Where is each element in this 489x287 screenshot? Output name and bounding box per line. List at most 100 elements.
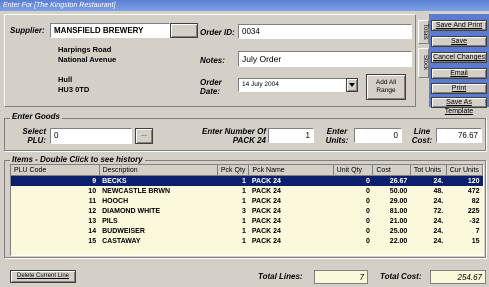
cancel-changes-button[interactable]: Cancel Changes xyxy=(431,52,487,63)
cell: 472 xyxy=(467,187,480,195)
order-id-label: Order ID: xyxy=(200,28,235,37)
cell: 13 xyxy=(88,217,97,225)
cell: 82 xyxy=(471,197,480,205)
window-title: Enter For [The Kingston Restaurant] xyxy=(0,0,489,11)
cell: HOOCH xyxy=(102,197,129,205)
cell: 120 xyxy=(467,177,480,185)
save-and-print-button[interactable]: Save And Print xyxy=(431,20,487,31)
cell: 48. xyxy=(433,187,444,195)
enter-units-field[interactable]: 0 xyxy=(354,128,402,143)
column-header[interactable]: PLU Code xyxy=(11,165,100,176)
print-button[interactable]: Print xyxy=(431,83,487,94)
add-all-range-button[interactable]: Add All Range xyxy=(366,74,406,100)
table-row[interactable]: 10 NEWCASTLE BRWN 1 PACK 24 0 50.00 48. … xyxy=(11,186,483,196)
supplier-field[interactable]: MANSFIELD BREWERY xyxy=(50,23,170,38)
column-header[interactable]: Pck Name xyxy=(248,165,334,176)
supplier-dropdown-button[interactable] xyxy=(170,23,198,38)
cell: 15 xyxy=(88,237,97,245)
address-line xyxy=(58,65,116,75)
cell: PACK 24 xyxy=(251,177,281,185)
cell: PACK 24 xyxy=(251,237,281,245)
table-row[interactable]: 13 PILS 1 PACK 24 0 21.00 24. -32 xyxy=(11,216,483,226)
cell: BUDWEISER xyxy=(102,227,145,235)
column-header[interactable]: Cur Units xyxy=(446,165,483,176)
enter-units-label: Enter Units: xyxy=(325,127,349,145)
address-line: Hull xyxy=(58,75,73,84)
supplier-label: Supplier: xyxy=(10,26,45,35)
cell: 24. xyxy=(433,237,444,245)
enter-goods-label: Enter Goods xyxy=(10,112,63,121)
total-cost-value: 254.67 xyxy=(430,270,486,284)
column-header[interactable]: Unit Qty xyxy=(333,165,374,176)
tab-totals[interactable]: Totals xyxy=(418,20,429,44)
table-row[interactable]: 12 DIAMOND WHITE 3 PACK 24 0 81.00 72. 2… xyxy=(11,206,483,216)
address-line: National Avenue xyxy=(58,55,117,64)
table-row[interactable]: 9 BECKS 1 PACK 24 0 26.67 24. 120 xyxy=(11,175,483,186)
select-plu-field[interactable]: 0 xyxy=(50,128,132,144)
cell: 26.67 xyxy=(389,177,408,185)
column-header[interactable]: Cost xyxy=(372,165,411,176)
cell: CASTAWAY xyxy=(102,237,141,245)
cell: 50.00 xyxy=(389,187,408,195)
cell: 7 xyxy=(475,227,480,235)
cell: 3 xyxy=(242,207,246,215)
cell: PACK 24 xyxy=(251,227,281,235)
column-header[interactable]: Tot Units xyxy=(410,165,447,176)
column-header[interactable]: Pck Qty xyxy=(217,165,250,176)
cell: 24. xyxy=(433,177,444,185)
cell: 1 xyxy=(242,217,246,225)
cell: 1 xyxy=(242,187,246,195)
cell: 72. xyxy=(433,207,444,215)
order-id-field[interactable]: 0034 xyxy=(238,24,412,39)
cell: 24. xyxy=(433,227,444,235)
notes-label: Notes: xyxy=(200,56,225,65)
column-header[interactable]: Description xyxy=(99,165,218,176)
cell: DIAMOND WHITE xyxy=(102,207,161,215)
cell: 12 xyxy=(88,207,97,215)
enter-number-label: Enter Number Of PACK 24 xyxy=(201,127,266,145)
cell: PILS xyxy=(102,217,118,225)
cell: 11 xyxy=(88,197,97,205)
items-group-label: Items - Double Click to see history xyxy=(10,155,145,164)
cell: 0 xyxy=(365,187,370,195)
cell: 9 xyxy=(92,177,97,185)
enter-number-field[interactable]: 1 xyxy=(268,128,314,143)
browse-plu-button[interactable]: ... xyxy=(135,128,153,144)
cell: PACK 24 xyxy=(251,217,281,225)
tab-stock[interactable]: Stock xyxy=(418,48,429,78)
cell: 22.00 xyxy=(389,237,408,245)
cell: 81.00 xyxy=(389,207,408,215)
items-table-container: PLU Code Description Pck Qty Pck Name Un… xyxy=(10,164,484,256)
save-as-template-button[interactable]: Save As Template xyxy=(431,97,487,115)
line-cost-field[interactable]: 76.67 xyxy=(436,128,482,143)
cell: 225 xyxy=(467,207,480,215)
cell: 0 xyxy=(365,177,370,185)
total-cost-label: Total Cost: xyxy=(380,272,422,281)
cell: 25.00 xyxy=(389,227,408,235)
line-cost-label: Line Cost: xyxy=(411,127,433,145)
cell: 10 xyxy=(88,187,97,195)
table-row[interactable]: 15 CASTAWAY 1 PACK 24 0 22.00 24. 15 xyxy=(11,236,483,246)
items-table: PLU Code Description Pck Qty Pck Name Un… xyxy=(11,165,483,246)
cell: PACK 24 xyxy=(251,207,281,215)
cell: 24. xyxy=(433,217,444,225)
save-button[interactable]: Save xyxy=(431,36,487,47)
cell: 1 xyxy=(242,227,246,235)
cell: 0 xyxy=(365,207,370,215)
table-row[interactable]: 11 HOOCH 1 PACK 24 0 29.00 24. 82 xyxy=(11,196,483,206)
table-row[interactable]: 14 BUDWEISER 1 PACK 24 0 25.00 24. 7 xyxy=(11,226,483,236)
cell: -32 xyxy=(469,217,480,225)
notes-field[interactable]: July Order xyxy=(238,51,412,67)
cell: 1 xyxy=(242,177,246,185)
cell: 0 xyxy=(365,227,370,235)
supplier-address: Harpings Road National Avenue Hull HU3 0… xyxy=(58,45,116,95)
cell: 21.00 xyxy=(389,217,408,225)
cell: 0 xyxy=(365,217,370,225)
date-dropdown-button[interactable] xyxy=(346,78,358,92)
order-date-label: Order Date: xyxy=(200,78,222,96)
cell: PACK 24 xyxy=(251,187,281,195)
order-date-field[interactable]: 14 July 2004 xyxy=(238,78,358,92)
delete-current-line-button[interactable]: Delete Current Line xyxy=(10,270,76,283)
email-button[interactable]: Email xyxy=(431,68,487,79)
cell: 0 xyxy=(365,197,370,205)
